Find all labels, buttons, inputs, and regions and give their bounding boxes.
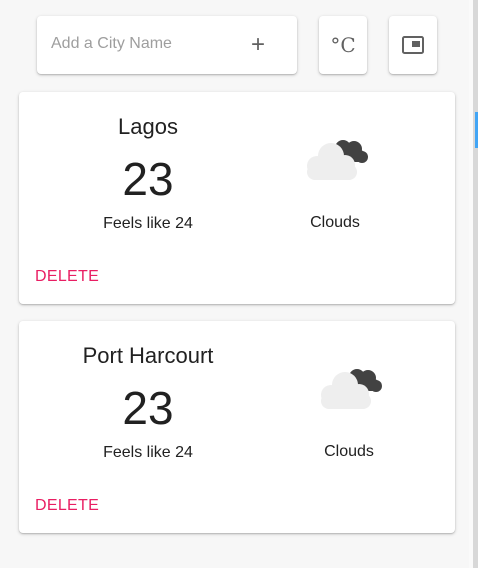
condition-label: Clouds [324,443,374,460]
feels-like: Feels like 24 [103,215,193,232]
add-city-button[interactable]: + [245,32,271,58]
delete-button[interactable]: DELETE [35,497,99,515]
weather-card: Lagos 23 Feels like 24 Clouds DELETE [19,92,455,304]
city-name: Port Harcourt [82,343,214,368]
feels-like: Feels like 24 [103,444,193,461]
unit-toggle-button[interactable]: °C [319,16,367,74]
layout-toggle-button[interactable] [389,16,437,74]
city-name-input[interactable] [51,30,231,58]
temperature: 23 [122,382,174,434]
city-name: Lagos [118,114,178,139]
scrollbar[interactable] [473,0,478,568]
delete-button[interactable]: DELETE [35,268,99,286]
app-root: + °C Lagos 23 Feels like 24 [0,0,478,568]
clouds-icon [307,140,368,180]
celsius-icon: °C [330,33,356,57]
picture-in-picture-icon [402,36,424,54]
clouds-icon [321,369,382,409]
plus-icon: + [250,31,265,58]
weather-card: Port Harcourt 23 Feels like 24 Clouds DE… [19,321,455,533]
condition-label: Clouds [310,214,360,231]
temperature: 23 [122,153,174,205]
add-city-box: + [37,16,297,74]
